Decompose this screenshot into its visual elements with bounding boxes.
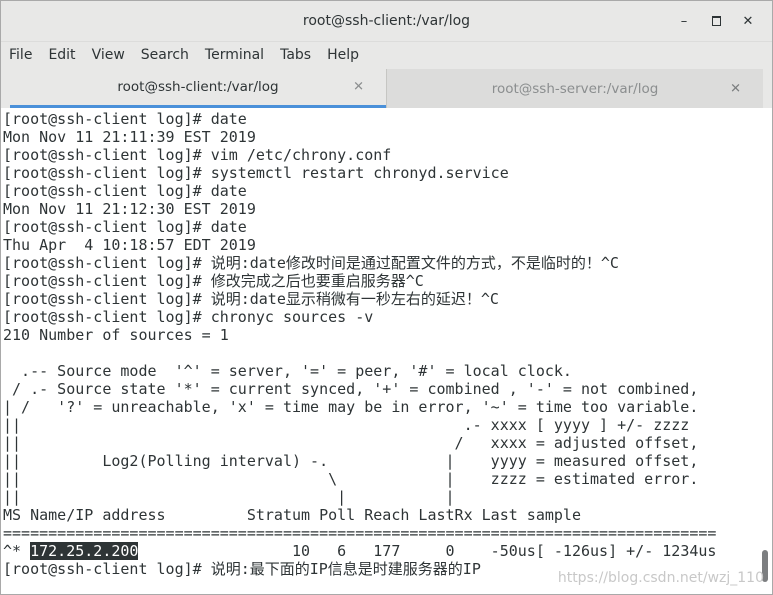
close-button[interactable]: ✕ <box>732 7 764 35</box>
selected-ip-address[interactable]: 172.25.2.200 <box>30 542 139 560</box>
tab-ssh-server[interactable]: root@ssh-server:/var/log ✕ <box>386 69 763 108</box>
tab-close-icon[interactable]: ✕ <box>353 80 364 95</box>
tab-close-icon[interactable]: ✕ <box>730 81 741 96</box>
terminal-line: [root@ssh-client log]# 说明:date修改时间是通过配置文… <box>3 254 619 272</box>
terminal-line: || / xxxx = adjusted offset, <box>3 434 699 452</box>
minimize-icon: – <box>680 13 688 29</box>
maximize-icon <box>711 16 721 26</box>
terminal-line: || \ | zzzz = estimated error. <box>3 470 699 488</box>
source-row-prefix: ^* <box>3 542 31 560</box>
window-title: root@ssh-client:/var/log <box>302 13 471 29</box>
tab-ssh-client[interactable]: root@ssh-client:/var/log ✕ <box>10 69 386 108</box>
menu-edit[interactable]: Edit <box>40 42 83 69</box>
menu-terminal[interactable]: Terminal <box>197 42 272 69</box>
minimize-button[interactable]: – <box>668 7 700 35</box>
menu-help[interactable]: Help <box>319 42 367 69</box>
menu-bar: File Edit View Search Terminal Tabs Help <box>1 42 772 69</box>
terminal-line: [root@ssh-client log]# chronyc sources -… <box>3 308 374 326</box>
terminal-output[interactable]: [root@ssh-client log]# date Mon Nov 11 21… <box>1 108 758 594</box>
menu-file[interactable]: File <box>1 42 40 69</box>
terminal-line: Mon Nov 11 21:12:30 EST 2019 <box>3 200 256 218</box>
terminal-line: ========================================… <box>3 524 717 542</box>
menu-tabs[interactable]: Tabs <box>272 42 319 69</box>
tab-label: root@ssh-server:/var/log <box>491 80 659 97</box>
terminal-line: / .- Source state '*' = current synced, … <box>3 380 699 398</box>
terminal-line: [root@ssh-client log]# date <box>3 182 247 200</box>
terminal-line: || Log2(Polling interval) -. | yyyy = me… <box>3 452 699 470</box>
terminal-line: [root@ssh-client log]# date <box>3 218 247 236</box>
terminal-line: | / '?' = unreachable, 'x' = time may be… <box>3 398 699 416</box>
terminal-line: || | | <box>3 488 455 506</box>
menu-search[interactable]: Search <box>133 42 197 69</box>
terminal-line: [root@ssh-client log]# date <box>3 110 247 128</box>
tab-bar: root@ssh-client:/var/log ✕ root@ssh-serv… <box>1 69 772 109</box>
menu-view[interactable]: View <box>84 42 133 69</box>
terminal-line: || .- xxxx [ yyyy ] +/- zzzz <box>3 416 690 434</box>
terminal-line: MS Name/IP address Stratum Poll Reach La… <box>3 506 581 524</box>
terminal-line: [root@ssh-client log]# systemctl restart… <box>3 164 509 182</box>
watermark: https://blog.csdn.net/wzj_110 <box>557 570 764 586</box>
window-controls: – ✕ <box>668 1 764 41</box>
terminal-line: 210 Number of sources = 1 <box>3 326 229 344</box>
maximize-button[interactable] <box>700 7 732 35</box>
terminal-line: .-- Source mode '^' = server, '=' = peer… <box>3 362 572 380</box>
terminal-line: Mon Nov 11 21:11:39 EST 2019 <box>3 128 256 146</box>
terminal-line: Thu Apr 4 10:18:57 EDT 2019 <box>3 236 256 254</box>
terminal-window: root@ssh-client:/var/log – ✕ File Edit Vie… <box>0 0 773 595</box>
terminal-line: [root@ssh-client log]# 修改完成之后也要重启服务器^C <box>3 272 424 290</box>
source-row-stats: 10 6 177 0 -50us[ -126us] +/- 1234us <box>138 542 717 560</box>
tab-label: root@ssh-client:/var/log <box>117 79 279 95</box>
vertical-scrollbar[interactable] <box>758 108 772 594</box>
close-icon: ✕ <box>742 13 754 29</box>
terminal-line: [root@ssh-client log]# 说明:date显示稍微有一秒左右的… <box>3 290 499 308</box>
source-row: ^* 172.25.2.200 10 6 177 0 -50us[ -126us… <box>3 542 758 560</box>
terminal-line: [root@ssh-client log]# vim /etc/chrony.c… <box>3 146 392 164</box>
title-bar[interactable]: root@ssh-client:/var/log – ✕ <box>1 1 772 42</box>
